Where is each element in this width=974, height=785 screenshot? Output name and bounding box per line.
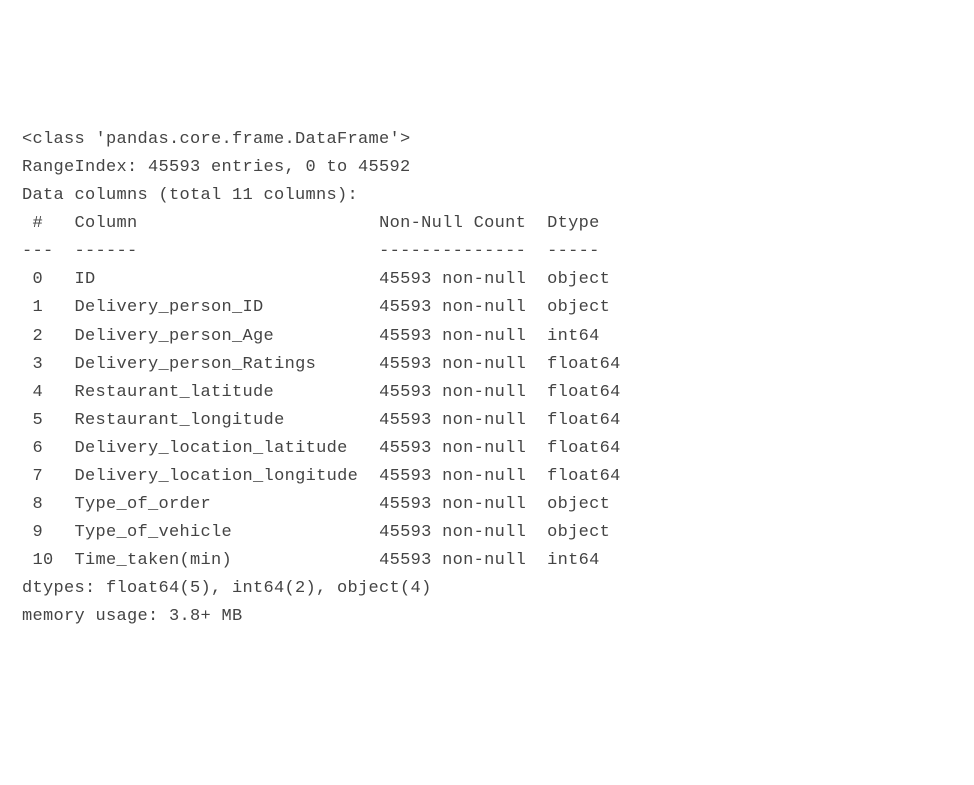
row-col: Delivery_location_latitude — [75, 439, 348, 458]
data-columns-header-line: Data columns (total 11 columns): — [22, 186, 358, 205]
row-idx: 6 — [22, 439, 43, 458]
row-dtype: float64 — [547, 355, 621, 374]
header-nn: Non-Null Count — [379, 214, 526, 233]
row-idx: 10 — [22, 551, 54, 570]
row-dtype: float64 — [547, 411, 621, 430]
header-idx: # — [22, 214, 43, 233]
divider-nn: -------------- — [379, 242, 526, 261]
divider-dtype: ----- — [547, 242, 600, 261]
row-dtype: int64 — [547, 327, 600, 346]
row-idx: 9 — [22, 523, 43, 542]
row-col: Type_of_vehicle — [75, 523, 233, 542]
row-idx: 0 — [22, 270, 43, 289]
row-col: Delivery_person_Age — [75, 327, 275, 346]
memory-line: memory usage: 3.8+ MB — [22, 607, 243, 626]
row-nn: 45593 non-null — [379, 523, 526, 542]
row-col: Time_taken(min) — [75, 551, 233, 570]
row-idx: 8 — [22, 495, 43, 514]
row-idx: 4 — [22, 383, 43, 402]
header-col: Column — [75, 214, 138, 233]
row-col: Delivery_location_longitude — [75, 467, 359, 486]
range-index-line: RangeIndex: 45593 entries, 0 to 45592 — [22, 158, 411, 177]
row-idx: 7 — [22, 467, 43, 486]
row-col: Type_of_order — [75, 495, 212, 514]
row-dtype: float64 — [547, 439, 621, 458]
row-idx: 5 — [22, 411, 43, 430]
row-nn: 45593 non-null — [379, 298, 526, 317]
row-nn: 45593 non-null — [379, 467, 526, 486]
row-col: ID — [75, 270, 96, 289]
row-dtype: float64 — [547, 467, 621, 486]
row-col: Delivery_person_Ratings — [75, 355, 317, 374]
row-nn: 45593 non-null — [379, 270, 526, 289]
row-dtype: object — [547, 523, 610, 542]
row-dtype: int64 — [547, 551, 600, 570]
row-nn: 45593 non-null — [379, 355, 526, 374]
row-dtype: object — [547, 298, 610, 317]
row-nn: 45593 non-null — [379, 327, 526, 346]
header-dtype: Dtype — [547, 214, 600, 233]
row-idx: 3 — [22, 355, 43, 374]
row-idx: 1 — [22, 298, 43, 317]
dtypes-line: dtypes: float64(5), int64(2), object(4) — [22, 579, 432, 598]
class-line: <class 'pandas.core.frame.DataFrame'> — [22, 130, 411, 149]
row-nn: 45593 non-null — [379, 495, 526, 514]
row-idx: 2 — [22, 327, 43, 346]
row-dtype: object — [547, 270, 610, 289]
row-col: Restaurant_latitude — [75, 383, 275, 402]
divider-idx: --- — [22, 242, 54, 261]
row-dtype: float64 — [547, 383, 621, 402]
row-nn: 45593 non-null — [379, 411, 526, 430]
row-nn: 45593 non-null — [379, 551, 526, 570]
row-nn: 45593 non-null — [379, 439, 526, 458]
dataframe-info-output: <class 'pandas.core.frame.DataFrame'> Ra… — [22, 126, 952, 631]
row-dtype: object — [547, 495, 610, 514]
row-col: Restaurant_longitude — [75, 411, 285, 430]
row-nn: 45593 non-null — [379, 383, 526, 402]
row-col: Delivery_person_ID — [75, 298, 264, 317]
divider-col: ------ — [75, 242, 138, 261]
